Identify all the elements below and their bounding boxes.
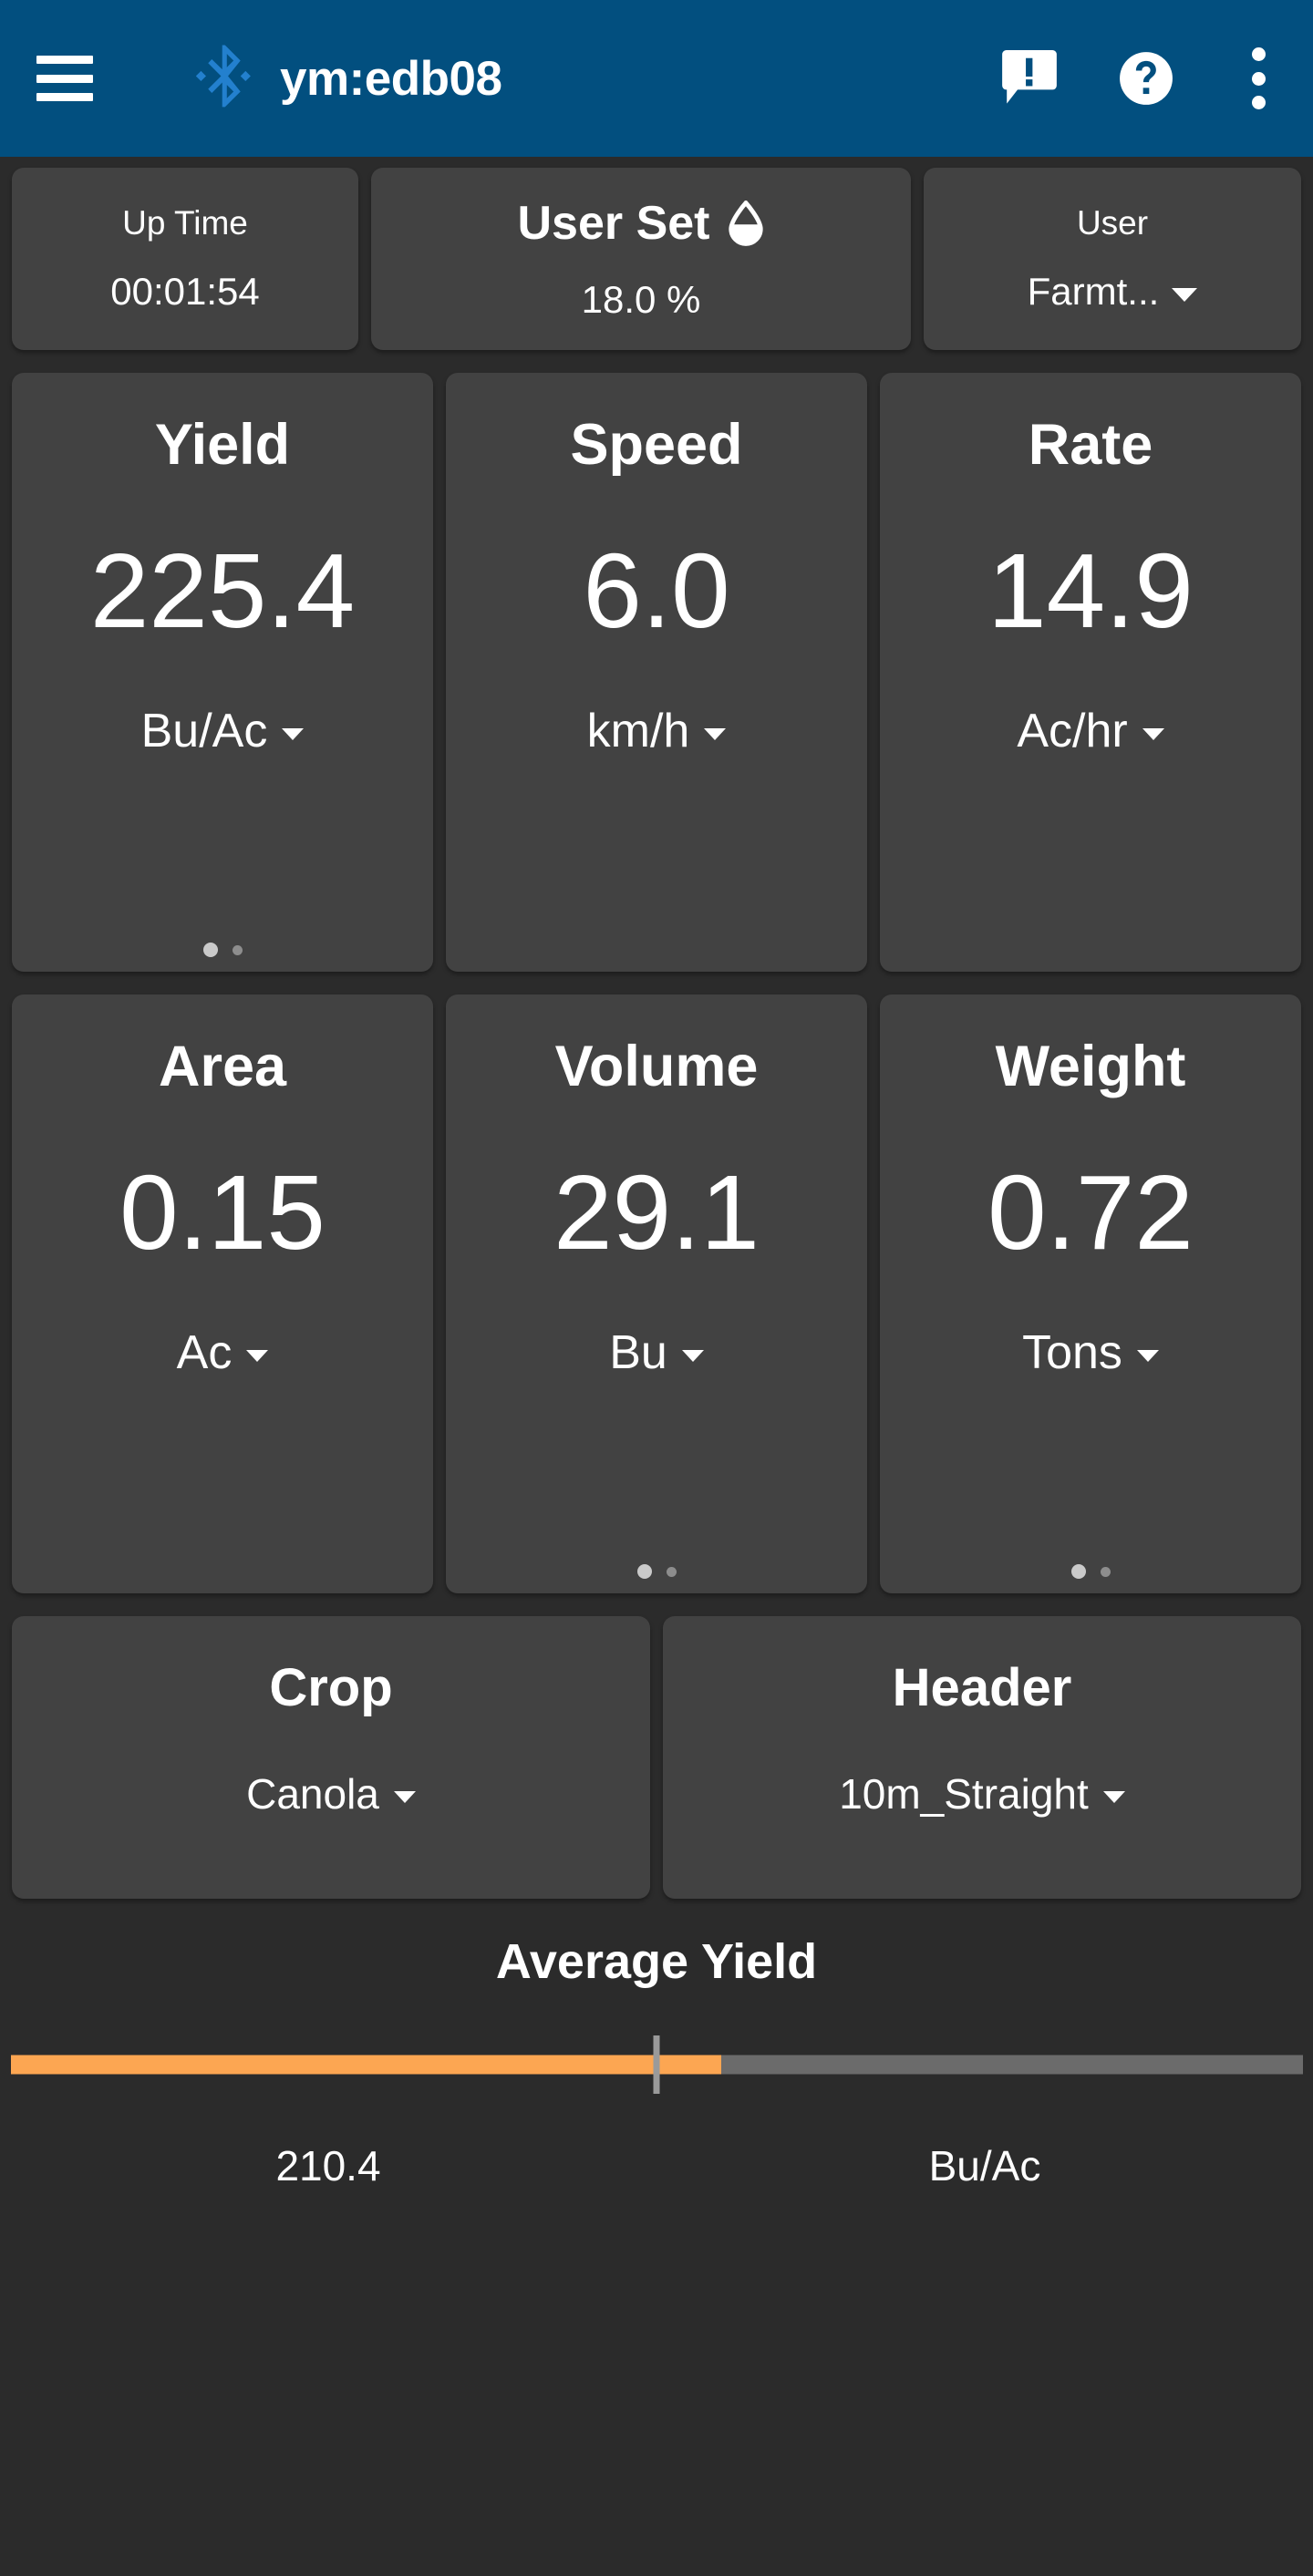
average-yield-title: Average Yield	[495, 1934, 818, 1989]
bluetooth-icon[interactable]	[196, 44, 253, 113]
average-yield-legend: 210.4 Bu/Ac	[0, 2141, 1313, 2190]
average-yield-value: 210.4	[275, 2142, 381, 2190]
metric-value: 225.4	[89, 531, 356, 650]
hamburger-line	[36, 56, 93, 64]
metric-value: 0.72	[987, 1153, 1194, 1272]
overflow-dot	[1251, 71, 1266, 86]
pager-dot[interactable]	[1100, 1566, 1111, 1577]
announcement-icon[interactable]	[1001, 47, 1058, 109]
uptime-value: 00:01:54	[110, 270, 260, 313]
hamburger-menu-icon[interactable]	[36, 56, 93, 101]
pager-dot[interactable]	[232, 944, 243, 955]
user-set-header: User Set	[518, 196, 765, 251]
progress-target-marker	[653, 2035, 660, 2094]
header-label: Header	[892, 1658, 1072, 1717]
chevron-down-icon[interactable]	[393, 1790, 416, 1803]
hamburger-line	[36, 93, 93, 101]
crop-card[interactable]: Crop Canola	[12, 1616, 650, 1899]
metric-unit-selector[interactable]: Ac	[177, 1325, 269, 1380]
help-circle-icon[interactable]	[1118, 50, 1174, 107]
metric-unit-selector[interactable]: Bu	[609, 1325, 704, 1380]
page-title: ym:edb08	[280, 51, 502, 106]
chevron-down-icon[interactable]	[681, 1349, 704, 1362]
user-set-label: User Set	[517, 197, 710, 250]
metric-value: 29.1	[553, 1153, 760, 1272]
header-card[interactable]: Header 10m_Straight	[663, 1616, 1301, 1899]
metric-unit-label: Ac/hr	[1017, 705, 1128, 757]
metric-card-weight[interactable]: Weight 0.72 Tons	[880, 994, 1301, 1593]
hamburger-line	[36, 74, 93, 83]
dashboard-content: Up Time 00:01:54 User Set 18.0 % User Fa…	[0, 157, 1313, 2576]
user-card[interactable]: User Farmt...	[924, 168, 1301, 350]
metric-unit-label: Tons	[1022, 1326, 1122, 1379]
chevron-down-icon[interactable]	[704, 727, 727, 740]
chevron-down-icon[interactable]	[246, 1349, 269, 1362]
progress-fill	[10, 2055, 721, 2075]
chevron-down-icon[interactable]	[1172, 287, 1198, 302]
crop-label: Crop	[269, 1658, 393, 1717]
overflow-dot	[1251, 47, 1266, 61]
metrics-row-secondary: Area 0.15 Ac Volume 29.1 Bu Weight 0.72 …	[0, 994, 1313, 1593]
metric-value: 0.15	[119, 1153, 326, 1272]
metric-unit-label: Ac	[176, 1326, 233, 1379]
metric-title: Area	[158, 1035, 287, 1098]
uptime-label: Up Time	[122, 204, 248, 242]
uptime-card: Up Time 00:01:54	[12, 168, 358, 350]
metric-unit-label: Bu	[609, 1326, 667, 1379]
header-value: 10m_Straight	[839, 1770, 1089, 1818]
user-set-card[interactable]: User Set 18.0 %	[371, 168, 911, 350]
header-selector[interactable]: 10m_Straight	[839, 1769, 1125, 1819]
pager-dot-active[interactable]	[1070, 1564, 1086, 1579]
metric-value: 6.0	[583, 531, 730, 650]
metric-unit-selector[interactable]: km/h	[587, 704, 727, 758]
bottom-spacer	[0, 2190, 1313, 2576]
metric-title: Speed	[570, 413, 743, 477]
user-label: User	[1076, 204, 1149, 242]
appbar-actions	[1001, 42, 1282, 115]
metric-card-area[interactable]: Area 0.15 Ac	[12, 994, 433, 1593]
metric-card-yield[interactable]: Yield 225.4 Bu/Ac	[12, 373, 433, 972]
selector-row: Crop Canola Header 10m_Straight	[0, 1616, 1313, 1899]
metric-title: Volume	[554, 1035, 759, 1098]
more-vertical-icon[interactable]	[1235, 42, 1282, 115]
status-row: Up Time 00:01:54 User Set 18.0 % User Fa…	[0, 168, 1313, 350]
app-bar: ym:edb08	[0, 0, 1313, 157]
average-yield-section: Average Yield 210.4 Bu/Ac	[0, 1933, 1313, 2190]
user-value: Farmt...	[1027, 270, 1160, 313]
metric-card-speed[interactable]: Speed 6.0 km/h	[446, 373, 867, 972]
metric-title: Yield	[154, 413, 291, 477]
metric-unit-selector[interactable]: Tons	[1022, 1325, 1159, 1380]
pager-dot-active[interactable]	[202, 943, 218, 957]
crop-selector[interactable]: Canola	[246, 1769, 416, 1819]
water-drop-icon	[727, 201, 765, 246]
metric-card-rate[interactable]: Rate 14.9 Ac/hr	[880, 373, 1301, 972]
average-yield-unit: Bu/Ac	[928, 2142, 1041, 2190]
card-pager[interactable]	[880, 1564, 1301, 1579]
chevron-down-icon[interactable]	[1142, 727, 1164, 740]
chevron-down-icon[interactable]	[282, 727, 305, 740]
metric-value: 14.9	[987, 531, 1194, 650]
app-root: ym:edb08 Up Time 00:01:54 User Set 18.0 …	[0, 0, 1313, 2576]
chevron-down-icon[interactable]	[1102, 1790, 1125, 1803]
metric-unit-label: Bu/Ac	[140, 705, 268, 757]
metric-card-volume[interactable]: Volume 29.1 Bu	[446, 994, 867, 1593]
card-pager[interactable]	[446, 1564, 867, 1579]
metric-title: Weight	[995, 1035, 1186, 1098]
metric-unit-selector[interactable]: Ac/hr	[1017, 704, 1164, 758]
metrics-row-primary: Yield 225.4 Bu/Ac Speed 6.0 km/h Rate 14…	[0, 373, 1313, 972]
metric-title: Rate	[1028, 413, 1153, 477]
overflow-dot	[1251, 96, 1266, 109]
card-pager[interactable]	[12, 943, 433, 957]
user-set-value: 18.0 %	[581, 278, 701, 321]
pager-dot-active[interactable]	[636, 1564, 652, 1579]
user-value-row[interactable]: Farmt...	[1028, 270, 1198, 314]
chevron-down-icon[interactable]	[1136, 1349, 1159, 1362]
pager-dot[interactable]	[666, 1566, 677, 1577]
crop-value: Canola	[246, 1770, 379, 1818]
average-yield-bar	[10, 2035, 1303, 2094]
metric-unit-selector[interactable]: Bu/Ac	[141, 704, 305, 758]
metric-unit-label: km/h	[586, 705, 690, 757]
